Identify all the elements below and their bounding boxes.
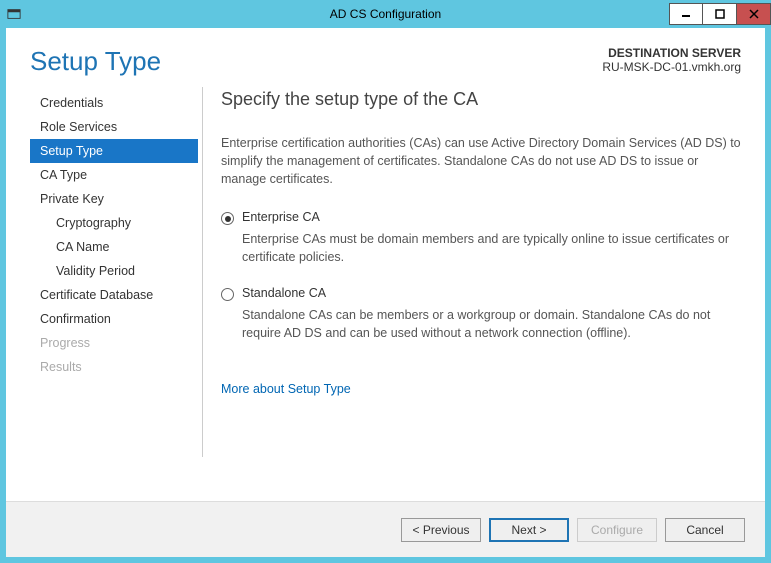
app-icon: [6, 6, 22, 22]
destination-label: DESTINATION SERVER: [602, 46, 741, 60]
sidebar-item-ca-type[interactable]: CA Type: [30, 163, 198, 187]
window-title: AD CS Configuration: [330, 7, 441, 21]
titlebar: AD CS Configuration: [0, 0, 771, 28]
close-button[interactable]: [737, 3, 771, 25]
option-description: Standalone CAs can be members or a workg…: [242, 307, 741, 342]
sidebar-item-ca-name[interactable]: CA Name: [30, 235, 198, 259]
cancel-button[interactable]: Cancel: [665, 518, 745, 542]
sidebar-item-progress: Progress: [30, 331, 198, 355]
option-standalone-ca[interactable]: Standalone CA: [221, 286, 741, 301]
wizard-window: AD CS Configuration Setup Type DESTINATI…: [0, 0, 771, 563]
option-description: Enterprise CAs must be domain members an…: [242, 231, 741, 266]
minimize-button[interactable]: [669, 3, 703, 25]
configure-button: Configure: [577, 518, 657, 542]
next-button[interactable]: Next >: [489, 518, 569, 542]
sidebar-item-setup-type[interactable]: Setup Type: [30, 139, 198, 163]
option-enterprise-ca[interactable]: Enterprise CA: [221, 210, 741, 225]
destination-value: RU-MSK-DC-01.vmkh.org: [602, 60, 741, 74]
sidebar-nav: CredentialsRole ServicesSetup TypeCA Typ…: [30, 87, 198, 501]
sidebar-item-confirmation[interactable]: Confirmation: [30, 307, 198, 331]
vertical-divider: [202, 87, 203, 457]
option-label: Standalone CA: [242, 286, 326, 300]
radio-enterprise-ca[interactable]: [221, 212, 234, 225]
header-area: Setup Type DESTINATION SERVER RU-MSK-DC-…: [6, 28, 765, 87]
sidebar-item-role-services[interactable]: Role Services: [30, 115, 198, 139]
content-heading: Specify the setup type of the CA: [221, 89, 741, 110]
sidebar-item-results: Results: [30, 355, 198, 379]
maximize-button[interactable]: [703, 3, 737, 25]
more-about-link[interactable]: More about Setup Type: [221, 382, 351, 396]
sidebar-item-credentials[interactable]: Credentials: [30, 91, 198, 115]
content-pane: Specify the setup type of the CA Enterpr…: [221, 87, 741, 501]
window-controls: [669, 3, 771, 25]
footer-buttons: < Previous Next > Configure Cancel: [6, 501, 765, 557]
sidebar-item-cryptography[interactable]: Cryptography: [30, 211, 198, 235]
client-area: Setup Type DESTINATION SERVER RU-MSK-DC-…: [6, 28, 765, 557]
page-title: Setup Type: [30, 46, 161, 77]
sidebar-item-private-key[interactable]: Private Key: [30, 187, 198, 211]
sidebar-item-certificate-database[interactable]: Certificate Database: [30, 283, 198, 307]
previous-button[interactable]: < Previous: [401, 518, 481, 542]
content-description: Enterprise certification authorities (CA…: [221, 134, 741, 188]
radio-standalone-ca[interactable]: [221, 288, 234, 301]
destination-server: DESTINATION SERVER RU-MSK-DC-01.vmkh.org: [602, 46, 741, 74]
sidebar-item-validity-period[interactable]: Validity Period: [30, 259, 198, 283]
option-label: Enterprise CA: [242, 210, 320, 224]
body-area: CredentialsRole ServicesSetup TypeCA Typ…: [6, 87, 765, 501]
